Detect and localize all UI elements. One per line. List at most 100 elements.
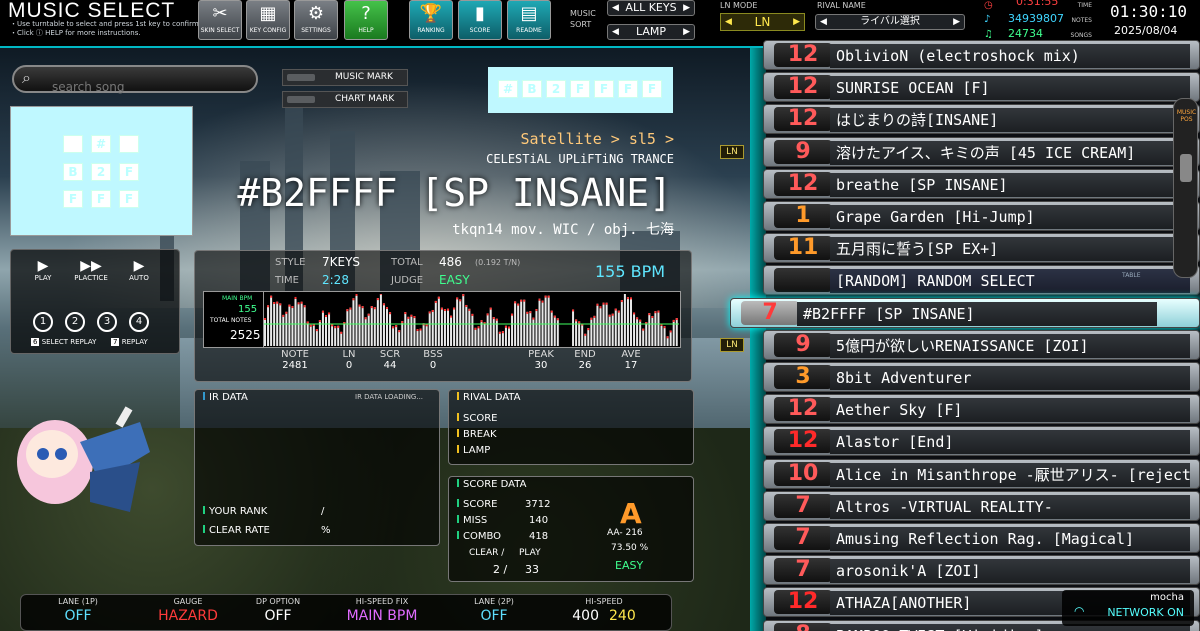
replay-slot-2-button[interactable]: 2 — [65, 312, 85, 332]
song-name: arosonik'A [ZOI] — [830, 559, 1190, 584]
notes-graph: MAIN BPM 155 TOTAL NOTES 2525 — [203, 291, 681, 348]
readme-button[interactable]: ▤ README — [507, 0, 551, 40]
song-row[interactable]: 10 Alice in Misanthrope -厭世アリス- [rejectio… — [763, 458, 1200, 489]
song-name: Altros -VIRTUAL REALITY- — [830, 494, 1190, 519]
song-row[interactable]: [RANDOM] RANDOM SELECT — [763, 265, 1200, 296]
song-level: 7 — [774, 493, 832, 518]
jacket-image: # B 2 F F F F — [10, 106, 193, 236]
option-lane-1p[interactable]: LANE (1P) OFF — [23, 597, 133, 624]
song-level: 12 — [774, 75, 832, 100]
song-row[interactable]: 12 OblivioN (electroshock mix) — [763, 40, 1200, 70]
tools-icon: ✂ — [212, 3, 228, 24]
count-scr: SCR 44 — [379, 349, 401, 371]
ln-mode-selector[interactable]: ◀ LN ▶ — [720, 13, 805, 31]
wifi-icon: ◠ — [1074, 604, 1085, 618]
song-row[interactable]: 11 五月雨に誓う[SP EX+] — [763, 233, 1200, 264]
song-level: 12 — [774, 171, 832, 196]
chart-mark-button[interactable]: CHART MARK — [282, 91, 408, 108]
song-name: Alice in Misanthrope -厭世アリス- [rejection] — [830, 462, 1190, 487]
song-title: #B2FFFF [SP INSANE] — [237, 171, 672, 215]
option-dp-option[interactable]: DP OPTION OFF — [223, 597, 333, 624]
song-row[interactable]: 12 breathe [SP INSANE] — [763, 168, 1200, 199]
rival-data-title: RIVAL DATA — [463, 392, 521, 403]
option-hi-speed[interactable]: HI-SPEED 400 240 — [549, 597, 659, 624]
song-row[interactable]: 12 SUNRISE OCEAN [F] — [763, 72, 1200, 103]
score-data-panel: SCORE DATA SCORE 3712 MISS 140 COMBO 418… — [448, 476, 694, 582]
song-row[interactable]: 7 Altros -VIRTUAL REALITY- — [763, 490, 1200, 521]
miss-value: 140 — [529, 515, 549, 526]
song-row[interactable]: 1 Grape Garden [Hi-Jump] — [763, 201, 1200, 231]
song-level: 1 — [774, 204, 832, 228]
song-level: 7 — [774, 526, 832, 550]
score-data-title: SCORE DATA — [463, 479, 527, 490]
song-row[interactable]: 3 8bit Adventurer — [763, 362, 1200, 392]
song-row[interactable]: 9 溶けたアイス、キミの声 [45 ICE CREAM] — [763, 136, 1200, 167]
score-button[interactable]: ▮ SCORE — [458, 0, 502, 40]
play-button[interactable]: ▶ PLAY — [23, 258, 63, 282]
song-level: 9 — [774, 139, 832, 164]
song-row[interactable]: 7 Amusing Reflection Rag. [Magical] — [763, 523, 1200, 553]
total-value: 486 — [439, 255, 462, 269]
song-level — [774, 268, 832, 293]
time-value: 2:28 — [322, 273, 349, 287]
option-hi-speed-fix[interactable]: HI-SPEED FIX MAIN BPM — [327, 597, 437, 624]
clock-icon: ◷ — [984, 0, 993, 11]
song-level: 9 — [774, 332, 832, 357]
auto-button[interactable]: ▶ AUTO — [119, 258, 159, 282]
song-row-selected[interactable]: 7 #B2FFFF [SP INSANE] — [730, 297, 1200, 328]
score-value: 3712 — [525, 499, 551, 510]
music-pos-scrollbar[interactable]: MUSIC POS — [1173, 98, 1198, 278]
search-input[interactable]: search song — [52, 80, 125, 94]
scroll-thumb[interactable] — [1180, 154, 1192, 182]
music-mark-button[interactable]: MUSIC MARK — [282, 69, 408, 86]
notes-icon: ♪ — [984, 14, 991, 25]
song-level: 12 — [774, 429, 832, 454]
search-box[interactable]: ⌕ search song — [12, 65, 258, 94]
gear-icon: ⚙ — [307, 3, 325, 24]
ln-badge: LN — [720, 337, 744, 352]
replay-slot-1-button[interactable]: 1 — [33, 312, 53, 332]
song-row[interactable]: 12 Aether Sky [F] — [763, 394, 1200, 425]
song-row[interactable]: 12 Alastor [End] — [763, 426, 1200, 457]
help-button[interactable]: ? HELP — [344, 0, 388, 40]
ranking-button[interactable]: 🏆 RANKING — [409, 0, 453, 40]
combo-value: 418 — [529, 531, 549, 542]
song-row[interactable]: 12 はじまりの詩[INSANE] — [763, 104, 1200, 135]
bar-chart-icon: ▮ — [475, 3, 485, 24]
help-hint: ・Use turntable to select and press 1st k… — [10, 20, 201, 37]
song-name: 8bit Adventurer — [830, 366, 1190, 390]
count-end: END 26 — [574, 349, 596, 371]
song-row[interactable]: 9 5億円が欲しいRENAISSANCE [ZOI] — [763, 329, 1200, 360]
replay-slot-4-button[interactable]: 4 — [129, 312, 149, 332]
score-rate: 73.50 % — [611, 543, 649, 553]
clear-rate-label: CLEAR RATE — [209, 525, 270, 536]
sort-keys-dropdown[interactable]: ◀ ALL KEYS ▶ — [607, 0, 695, 16]
song-name: はじまりの詩[INSANE] — [830, 108, 1190, 133]
song-name: SUNRISE OCEAN [F] — [830, 76, 1190, 101]
search-icon: ⌕ — [22, 68, 31, 87]
settings-button[interactable]: ⚙ SETTINGS — [294, 0, 338, 40]
count-bss: BSS 0 — [423, 349, 443, 371]
song-list: 12 OblivioN (electroshock mix) 12 SUNRISE O… — [730, 40, 1200, 631]
count-ln: LN 0 — [342, 349, 356, 371]
song-row[interactable]: 7 arosonik'A [ZOI] — [763, 555, 1200, 586]
mascot-character — [17, 406, 150, 512]
song-name: 5億円が欲しいRENAISSANCE [ZOI] — [830, 333, 1190, 358]
rival-select-dropdown[interactable]: ◀ ライバル選択 ▶ — [815, 14, 965, 30]
key-config-button[interactable]: ▦ KEY CONFIG — [246, 0, 290, 40]
sort-lamp-dropdown[interactable]: ◀ LAMP ▶ — [607, 24, 695, 40]
clock: 01:30:10 — [1110, 2, 1188, 21]
practice-button[interactable]: ▶▶ PLACTICE — [71, 258, 111, 282]
skin-select-button[interactable]: ✂ SKIN SELECT — [198, 0, 242, 40]
replay-label: REPLAY — [121, 338, 148, 346]
count-note: NOTE 2481 — [281, 349, 309, 371]
style-value: 7KEYS — [322, 255, 361, 269]
replay-slot-3-button[interactable]: 3 — [97, 312, 117, 332]
screen: { "header":{"title":"MUSIC SELECT","hint… — [0, 0, 1200, 631]
option-lane-2p[interactable]: LANE (2P) OFF — [439, 597, 549, 624]
play-controls: ▶ PLAY ▶▶ PLACTICE ▶ AUTO 1 2 3 4 6 SELECT … — [10, 249, 180, 354]
clear-rate-value: % — [321, 525, 331, 536]
song-level: 12 — [774, 397, 832, 422]
song-level: 12 — [774, 107, 832, 132]
grade-letter: A — [620, 497, 642, 530]
